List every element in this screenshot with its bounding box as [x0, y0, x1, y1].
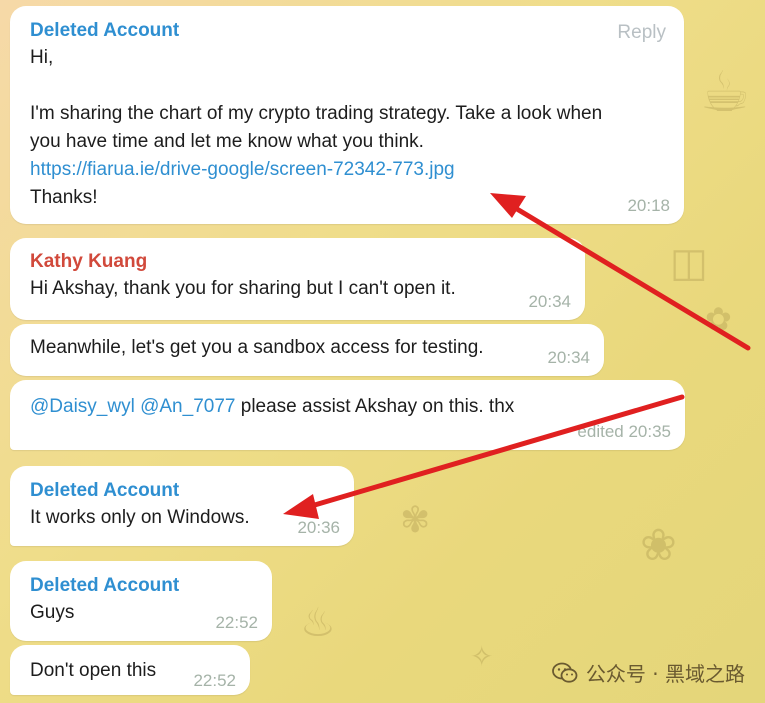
arrow-to-link — [490, 193, 751, 351]
wechat-icon — [552, 662, 578, 683]
annotation-arrows — [283, 193, 751, 519]
watermark-label: 公众号 · 黑域之路 — [585, 662, 745, 686]
arrow-to-windows-message — [283, 394, 685, 519]
watermark: 公众号 · 黑域之路 — [552, 658, 745, 687]
